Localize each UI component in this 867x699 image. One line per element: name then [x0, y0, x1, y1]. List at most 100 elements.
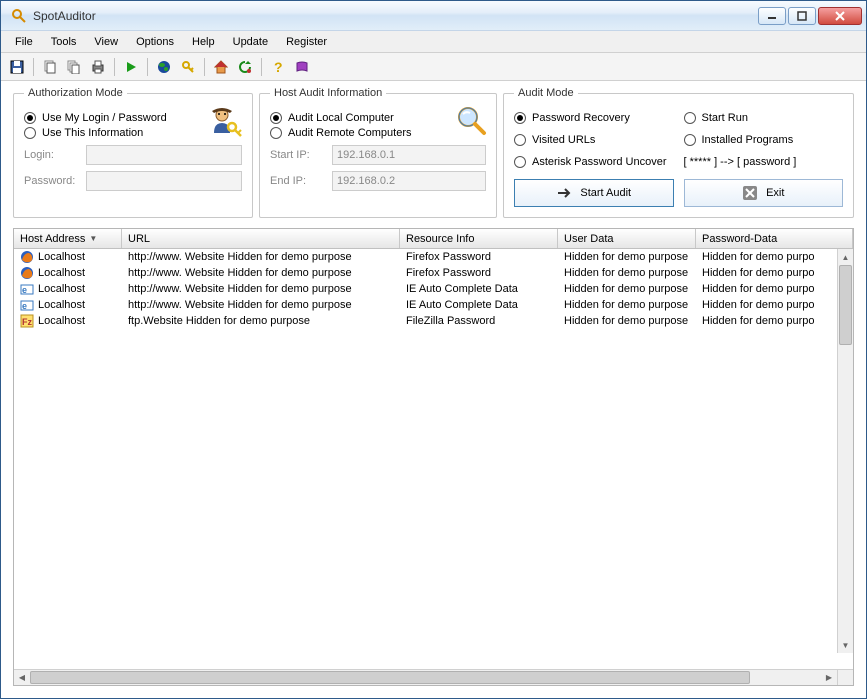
- table-row[interactable]: eLocalhosthttp://www. Website Hidden for…: [14, 297, 853, 313]
- horizontal-scrollbar[interactable]: ◀ ▶: [14, 669, 837, 685]
- menu-register[interactable]: Register: [278, 34, 335, 50]
- copy-icon[interactable]: [40, 57, 60, 77]
- scroll-thumb[interactable]: [30, 671, 750, 684]
- table-row[interactable]: Localhosthttp://www. Website Hidden for …: [14, 265, 853, 281]
- radio-label: Audit Local Computer: [288, 112, 394, 124]
- cell-user: Hidden for demo purpose: [558, 283, 696, 295]
- table-row[interactable]: eLocalhosthttp://www. Website Hidden for…: [14, 281, 853, 297]
- cell-user: Hidden for demo purpose: [558, 299, 696, 311]
- sort-indicator-icon: ▼: [89, 234, 97, 243]
- table-row[interactable]: Localhosthttp://www. Website Hidden for …: [14, 249, 853, 265]
- col-password-data[interactable]: Password-Data: [696, 229, 853, 248]
- radio-label: Asterisk Password Uncover: [532, 156, 667, 168]
- menu-file[interactable]: File: [7, 34, 41, 50]
- app-source-icon: [20, 266, 34, 280]
- cell-url: ftp.Website Hidden for demo purpose: [122, 315, 400, 327]
- svg-text:?: ?: [274, 60, 283, 74]
- start-audit-button[interactable]: Start Audit: [514, 179, 674, 207]
- col-resource-info[interactable]: Resource Info: [400, 229, 558, 248]
- exit-button[interactable]: Exit: [684, 179, 844, 207]
- cell-resource: IE Auto Complete Data: [400, 299, 558, 311]
- grid-body[interactable]: Localhosthttp://www. Website Hidden for …: [14, 249, 853, 669]
- maximize-button[interactable]: [788, 7, 816, 25]
- close-button[interactable]: [818, 7, 862, 25]
- endip-label: End IP:: [270, 175, 326, 187]
- audit-mode-panel: Audit Mode Password Recovery Start Run V…: [503, 87, 854, 218]
- menubar: File Tools View Options Help Update Regi…: [1, 31, 866, 53]
- login-input: [86, 145, 242, 165]
- menu-options[interactable]: Options: [128, 34, 182, 50]
- minimize-button[interactable]: [758, 7, 786, 25]
- app-source-icon: e: [20, 282, 34, 296]
- radio-audit-local[interactable]: Audit Local Computer: [270, 112, 486, 124]
- user-key-icon: [208, 105, 244, 144]
- menu-tools[interactable]: Tools: [43, 34, 85, 50]
- host-audit-panel: Host Audit Information Audit Local Compu…: [259, 87, 497, 218]
- vertical-scrollbar[interactable]: ▲ ▼: [837, 249, 853, 653]
- cell-pass: Hidden for demo purpo: [696, 315, 853, 327]
- col-host-address[interactable]: Host Address▼: [14, 229, 122, 248]
- col-url[interactable]: URL: [122, 229, 400, 248]
- refresh-icon[interactable]: [235, 57, 255, 77]
- login-label: Login:: [24, 149, 80, 161]
- audit-legend: Audit Mode: [514, 87, 578, 99]
- cell-user: Hidden for demo purpose: [558, 251, 696, 263]
- menu-help[interactable]: Help: [184, 34, 223, 50]
- radio-asterisk-uncover[interactable]: Asterisk Password Uncover: [514, 156, 674, 168]
- cell-resource: Firefox Password: [400, 267, 558, 279]
- radio-password-recovery[interactable]: Password Recovery: [514, 112, 674, 124]
- app-icon: [11, 8, 27, 24]
- password-label: Password:: [24, 175, 80, 187]
- key-icon[interactable]: [178, 57, 198, 77]
- cell-user: Hidden for demo purpose: [558, 267, 696, 279]
- cell-host: Localhost: [38, 283, 85, 295]
- help-icon[interactable]: ?: [268, 57, 288, 77]
- col-user-data[interactable]: User Data: [558, 229, 696, 248]
- app-window: SpotAuditor File Tools View Options Help…: [0, 0, 867, 699]
- cell-pass: Hidden for demo purpo: [696, 299, 853, 311]
- cell-resource: FileZilla Password: [400, 315, 558, 327]
- svg-text:Fz: Fz: [22, 317, 32, 327]
- asterisk-hint: [ ***** ] --> [ password ]: [684, 156, 844, 168]
- scroll-corner: [837, 669, 853, 685]
- table-row[interactable]: FzLocalhostftp.Website Hidden for demo p…: [14, 313, 853, 329]
- scroll-thumb[interactable]: [839, 265, 852, 345]
- results-grid: Host Address▼ URL Resource Info User Dat…: [13, 228, 854, 686]
- globe-icon[interactable]: [154, 57, 174, 77]
- grid-header: Host Address▼ URL Resource Info User Dat…: [14, 229, 853, 249]
- menu-view[interactable]: View: [86, 34, 126, 50]
- cell-pass: Hidden for demo purpo: [696, 283, 853, 295]
- svg-text:e: e: [22, 301, 27, 311]
- password-input: [86, 171, 242, 191]
- titlebar[interactable]: SpotAuditor: [1, 1, 866, 31]
- scroll-down-icon[interactable]: ▼: [838, 637, 853, 653]
- button-label: Exit: [766, 187, 784, 199]
- scroll-right-icon[interactable]: ▶: [821, 670, 837, 685]
- radio-installed-programs[interactable]: Installed Programs: [684, 134, 844, 146]
- radio-audit-remote[interactable]: Audit Remote Computers: [270, 127, 486, 139]
- cell-pass: Hidden for demo purpo: [696, 267, 853, 279]
- host-legend: Host Audit Information: [270, 87, 386, 99]
- app-source-icon: e: [20, 298, 34, 312]
- window-title: SpotAuditor: [33, 9, 758, 23]
- radio-start-run[interactable]: Start Run: [684, 112, 844, 124]
- menu-update[interactable]: Update: [225, 34, 276, 50]
- startip-label: Start IP:: [270, 149, 326, 161]
- close-icon: [742, 185, 758, 201]
- cell-pass: Hidden for demo purpo: [696, 251, 853, 263]
- home-icon[interactable]: [211, 57, 231, 77]
- radio-visited-urls[interactable]: Visited URLs: [514, 134, 674, 146]
- cell-resource: IE Auto Complete Data: [400, 283, 558, 295]
- scroll-left-icon[interactable]: ◀: [14, 670, 30, 685]
- scroll-up-icon[interactable]: ▲: [838, 249, 853, 265]
- cell-host: Localhost: [38, 267, 85, 279]
- magnifier-icon: [456, 105, 488, 140]
- authorization-mode-panel: Authorization Mode Use My Login / Passwo…: [13, 87, 253, 218]
- copy-all-icon[interactable]: [64, 57, 84, 77]
- radio-label: Audit Remote Computers: [288, 127, 412, 139]
- play-icon[interactable]: [121, 57, 141, 77]
- toolbar: ?: [1, 53, 866, 81]
- save-icon[interactable]: [7, 57, 27, 77]
- book-icon[interactable]: [292, 57, 312, 77]
- print-icon[interactable]: [88, 57, 108, 77]
